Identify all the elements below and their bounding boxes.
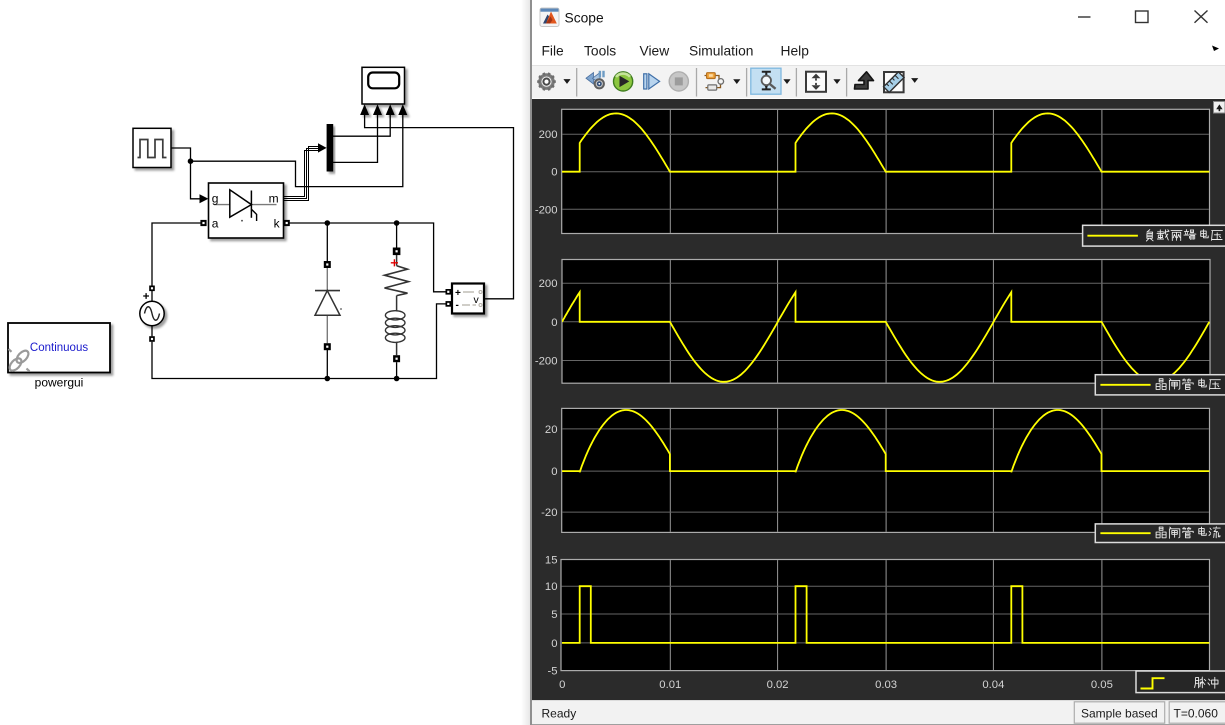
svg-text:-200: -200	[535, 356, 558, 368]
svg-text:0.05: 0.05	[1091, 679, 1113, 691]
svg-text:-20: -20	[541, 507, 557, 519]
svg-text:20: 20	[545, 424, 558, 436]
svg-text:0.02: 0.02	[767, 679, 789, 691]
svg-text:Tools: Tools	[584, 44, 616, 59]
svg-text:200: 200	[539, 278, 558, 290]
svg-text:v: v	[474, 294, 480, 306]
svg-text:0: 0	[551, 638, 557, 650]
svg-text:Sample based: Sample based	[1081, 707, 1158, 721]
svg-text:-: -	[456, 300, 459, 311]
svg-text:Scope: Scope	[565, 10, 604, 25]
svg-text:5: 5	[551, 609, 557, 621]
svg-text:-200: -200	[535, 204, 558, 216]
svg-text:10: 10	[545, 581, 558, 593]
svg-text:200: 200	[539, 129, 558, 141]
svg-text:0: 0	[551, 167, 557, 179]
svg-text:T=0.060: T=0.060	[1174, 707, 1219, 721]
svg-text:0: 0	[559, 679, 565, 691]
svg-text:Ready: Ready	[542, 707, 577, 721]
svg-text:Simulation: Simulation	[689, 44, 753, 59]
svg-text:0: 0	[551, 466, 557, 478]
svg-text:View: View	[640, 44, 670, 59]
svg-text:a: a	[212, 216, 219, 230]
svg-text:m: m	[269, 192, 279, 206]
svg-text:k: k	[274, 216, 281, 230]
svg-text:0.01: 0.01	[659, 679, 681, 691]
svg-text:g: g	[212, 192, 219, 206]
svg-text:0.03: 0.03	[875, 679, 897, 691]
svg-text:File: File	[542, 44, 565, 59]
svg-text:0: 0	[551, 317, 557, 329]
svg-text:Help: Help	[781, 44, 810, 59]
svg-text:-5: -5	[547, 666, 557, 678]
svg-text:+: +	[455, 288, 461, 299]
svg-text:Continuous: Continuous	[30, 342, 88, 354]
svg-text:powergui: powergui	[35, 376, 84, 390]
svg-text:15: 15	[545, 555, 558, 567]
svg-text:0.04: 0.04	[982, 679, 1004, 691]
